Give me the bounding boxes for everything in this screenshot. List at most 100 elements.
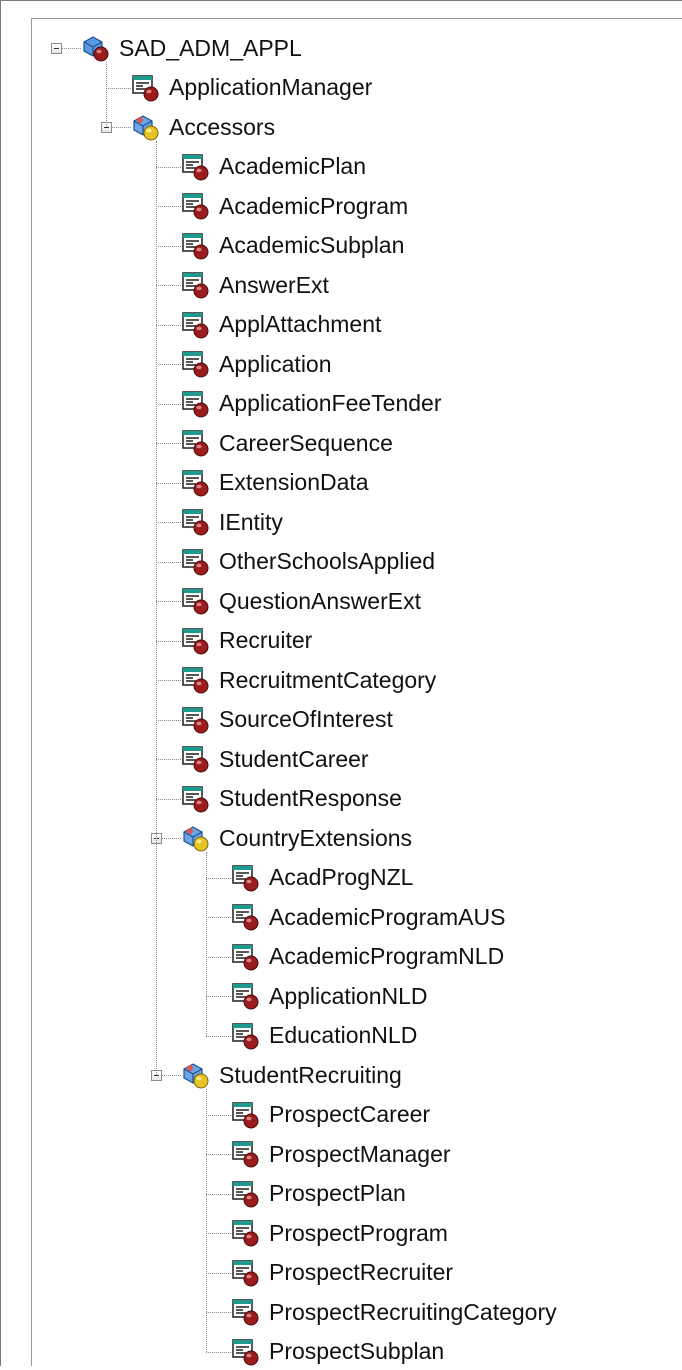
tree-connector bbox=[206, 1351, 231, 1353]
tree-node-prospect-subplan[interactable]: ProspectSubplan bbox=[231, 1334, 444, 1370]
tree-connector bbox=[156, 245, 181, 247]
tree-connector bbox=[162, 838, 181, 839]
tree-connector bbox=[156, 680, 181, 681]
class-icon bbox=[231, 1337, 261, 1367]
tree-node-other-schools-applied[interactable]: OtherSchoolsApplied bbox=[181, 544, 435, 580]
class-icon bbox=[181, 191, 211, 221]
tree-connector bbox=[206, 1272, 231, 1274]
tree-node-label: AcademicProgramAUS bbox=[269, 903, 506, 930]
tree-node-acad-prog-nzl[interactable]: AcadProgNZL bbox=[231, 860, 413, 896]
tree-connector bbox=[156, 403, 181, 405]
tree-node-answer-ext[interactable]: AnswerExt bbox=[181, 267, 329, 303]
tree-node-prospect-program[interactable]: ProspectProgram bbox=[231, 1215, 448, 1251]
tree-node-recruiter[interactable]: Recruiter bbox=[181, 623, 312, 659]
tree-node-prospect-plan[interactable]: ProspectPlan bbox=[231, 1176, 406, 1212]
class-icon bbox=[181, 270, 211, 300]
tree-node-appl-attachment[interactable]: ApplAttachment bbox=[181, 307, 381, 343]
tree-node-label: ApplicationFeeTender bbox=[219, 390, 442, 416]
class-icon bbox=[231, 902, 261, 932]
tree-node-academic-program-aus[interactable]: AcademicProgramAUS bbox=[231, 899, 505, 935]
subpackage-icon bbox=[131, 112, 161, 142]
tree-node-student-career[interactable]: StudentCareer bbox=[181, 741, 369, 777]
tree-node-label: Recruiter bbox=[219, 627, 313, 653]
tree-connector bbox=[156, 522, 181, 523]
tree-node-label: AnswerExt bbox=[219, 271, 329, 298]
tree-connector bbox=[156, 324, 181, 326]
tree-connector bbox=[206, 1114, 231, 1116]
tree-connector bbox=[156, 759, 181, 760]
tree-node-label: AcademicProgramNLD bbox=[269, 943, 505, 969]
tree-connector bbox=[156, 798, 181, 800]
tree-connector bbox=[206, 1154, 231, 1155]
class-icon bbox=[181, 428, 211, 458]
tree-node-label: ApplicationManager bbox=[169, 74, 373, 100]
class-icon bbox=[181, 152, 211, 182]
tree-node-application-nld[interactable]: ApplicationNLD bbox=[231, 978, 428, 1014]
class-icon bbox=[181, 547, 211, 577]
collapse-sad-adm-appl-toggle[interactable] bbox=[51, 43, 62, 54]
tree-node-prospect-career[interactable]: ProspectCareer bbox=[231, 1097, 430, 1133]
tree-node-student-response[interactable]: StudentResponse bbox=[181, 781, 402, 817]
class-icon bbox=[231, 981, 261, 1011]
tree-node-application[interactable]: Application bbox=[181, 346, 332, 382]
tree-connector bbox=[156, 166, 181, 168]
tree-connector bbox=[156, 719, 181, 721]
tree-connector bbox=[156, 640, 181, 642]
tree-node-academic-plan[interactable]: AcademicPlan bbox=[181, 149, 366, 185]
tree-node-application-fee-tender[interactable]: ApplicationFeeTender bbox=[181, 386, 441, 422]
class-icon bbox=[181, 349, 211, 379]
tree-node-label: StudentResponse bbox=[219, 785, 402, 811]
tree-node-label: ProspectRecruiter bbox=[269, 1259, 454, 1285]
tree-node-label: ExtensionData bbox=[219, 469, 369, 495]
tree-node-label: IEntity bbox=[219, 508, 283, 535]
package-tree[interactable]: SAD_ADM_APPL ApplicationManager Accessors A… bbox=[1, 1, 682, 1367]
tree-node-academic-program-nld[interactable]: AcademicProgramNLD bbox=[231, 939, 504, 975]
tree-guide-line bbox=[106, 62, 107, 127]
tree-node-career-sequence[interactable]: CareerSequence bbox=[181, 425, 393, 461]
subpackage-icon bbox=[181, 1060, 211, 1090]
tree-node-label: AcademicSubplan bbox=[219, 232, 405, 258]
tree-connector bbox=[206, 917, 231, 918]
tree-node-ientity[interactable]: IEntity bbox=[181, 504, 283, 540]
tree-connector bbox=[156, 206, 181, 207]
tree-node-source-of-interest[interactable]: SourceOfInterest bbox=[181, 702, 393, 738]
tree-node-recruitment-category[interactable]: RecruitmentCategory bbox=[181, 662, 436, 698]
tree-node-application-manager[interactable]: ApplicationManager bbox=[131, 70, 372, 106]
class-icon bbox=[231, 863, 261, 893]
class-icon bbox=[181, 665, 211, 695]
tree-connector bbox=[206, 956, 231, 958]
tree-connector bbox=[106, 87, 131, 89]
tree-connector bbox=[62, 48, 81, 49]
tree-node-extension-data[interactable]: ExtensionData bbox=[181, 465, 369, 501]
tree-node-label: ProspectCareer bbox=[269, 1101, 431, 1127]
tree-node-prospect-manager[interactable]: ProspectManager bbox=[231, 1136, 451, 1172]
tree-node-academic-subplan[interactable]: AcademicSubplan bbox=[181, 228, 404, 264]
class-icon bbox=[181, 626, 211, 656]
tree-connector bbox=[206, 996, 231, 997]
tree-node-label: OtherSchoolsApplied bbox=[219, 548, 436, 574]
tree-node-prospect-recruiter[interactable]: ProspectRecruiter bbox=[231, 1255, 453, 1291]
tree-guide-line bbox=[156, 141, 157, 1075]
tree-node-label: SourceOfInterest bbox=[219, 706, 393, 732]
tree-node-student-recruiting[interactable]: StudentRecruiting bbox=[181, 1057, 402, 1093]
tree-connector bbox=[206, 1193, 231, 1195]
tree-node-accessors[interactable]: Accessors bbox=[131, 109, 275, 145]
tree-node-academic-program[interactable]: AcademicProgram bbox=[181, 188, 408, 224]
class-icon bbox=[231, 1297, 261, 1327]
tree-node-label: ProspectManager bbox=[269, 1140, 451, 1167]
tree-node-label: ProspectPlan bbox=[269, 1180, 406, 1206]
class-icon bbox=[181, 310, 211, 340]
tree-node-label: AcademicProgram bbox=[219, 192, 409, 219]
tree-node-country-extensions[interactable]: CountryExtensions bbox=[181, 820, 412, 856]
tree-node-education-nld[interactable]: EducationNLD bbox=[231, 1018, 417, 1054]
tree-node-label: AcademicPlan bbox=[219, 153, 367, 179]
tree-connector bbox=[156, 285, 181, 286]
tree-node-prospect-recruiting-category[interactable]: ProspectRecruitingCategory bbox=[231, 1294, 557, 1330]
tree-node-label: StudentCareer bbox=[219, 745, 369, 772]
class-icon bbox=[231, 1100, 261, 1130]
tree-node-sad-adm-appl[interactable]: SAD_ADM_APPL bbox=[81, 30, 302, 66]
class-icon bbox=[181, 389, 211, 419]
class-icon bbox=[181, 507, 211, 537]
tree-node-question-answer-ext[interactable]: QuestionAnswerExt bbox=[181, 583, 421, 619]
tree-node-label: ApplicationNLD bbox=[269, 982, 428, 1009]
